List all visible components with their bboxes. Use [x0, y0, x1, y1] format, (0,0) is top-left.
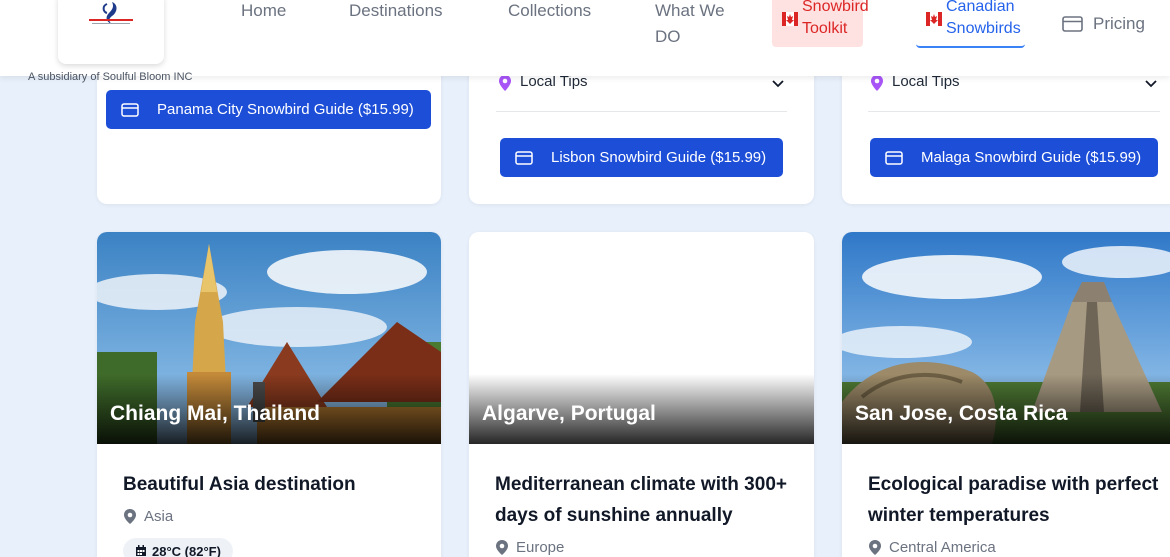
credit-card-icon: [1062, 16, 1083, 32]
local-tips-toggle[interactable]: Local Tips: [868, 71, 1160, 112]
destination-description: Ecological paradise with perfect winter …: [868, 474, 1159, 526]
credit-card-icon: [515, 150, 533, 165]
lisbon-guide-button[interactable]: Lisbon Snowbird Guide ($15.99): [500, 138, 783, 177]
tagline: A subsidiary of Soulful Bloom INC: [28, 71, 193, 83]
nav-pricing[interactable]: Pricing: [1062, 11, 1145, 37]
region-label: Asia: [144, 508, 174, 525]
nav-canadian-snowbirds-label: Canadian Snowbirds: [946, 0, 1021, 37]
nav-home[interactable]: Home: [241, 0, 286, 24]
chevron-down-icon: [771, 76, 785, 94]
nav-canadian-snowbirds[interactable]: Canadian Snowbirds: [916, 0, 1025, 48]
destination-region: Europe: [495, 539, 564, 556]
nav-pricing-label: Pricing: [1093, 14, 1145, 33]
panama-guide-button[interactable]: Panama City Snowbird Guide ($15.99): [106, 90, 431, 129]
canada-flag-icon: [926, 12, 942, 31]
nav-snowbird-toolkit-label: Snowbird Toolkit: [802, 0, 869, 37]
guide-button-label: Panama City Snowbird Guide ($15.99): [157, 101, 414, 118]
map-pin-icon: [498, 74, 512, 97]
guide-button-label: Malaga Snowbird Guide ($15.99): [921, 149, 1142, 166]
destination-region: Central America: [868, 539, 996, 556]
destination-name: Algarve, Portugal: [482, 402, 656, 425]
nav-snowbird-toolkit[interactable]: Snowbird Toolkit: [772, 0, 869, 47]
destination-card[interactable]: San Jose, Costa Rica Ecological paradise…: [842, 232, 1170, 557]
guide-button-label: Lisbon Snowbird Guide ($15.99): [551, 149, 767, 166]
destination-description: Mediterranean climate with 300+ days of …: [495, 474, 787, 526]
chevron-down-icon: [1144, 76, 1158, 94]
destination-card[interactable]: Algarve, Portugal Mediterranean climate …: [469, 232, 814, 557]
temperature-label: 28°C (82°F): [152, 543, 221, 557]
nav-what-we-do[interactable]: What We DO: [655, 0, 725, 50]
canada-flag-icon: [782, 12, 798, 31]
map-pin-icon: [123, 508, 137, 525]
destination-name: San Jose, Costa Rica: [855, 402, 1068, 425]
malaga-guide-button[interactable]: Malaga Snowbird Guide ($15.99): [870, 138, 1158, 177]
map-pin-icon: [868, 539, 882, 556]
map-pin-icon: [870, 74, 884, 97]
local-tips-toggle[interactable]: Local Tips: [496, 71, 787, 112]
logo-image: [66, 0, 156, 56]
destination-description: Beautiful Asia destination: [123, 474, 356, 495]
map-pin-icon: [495, 539, 509, 556]
region-label: Central America: [889, 539, 996, 556]
destination-name: Chiang Mai, Thailand: [110, 402, 321, 425]
calendar-icon: [135, 545, 147, 557]
site-header: Home Destinations Collections What We DO…: [0, 0, 1170, 76]
credit-card-icon: [121, 102, 139, 117]
nav-destinations[interactable]: Destinations: [349, 0, 443, 24]
logo[interactable]: [58, 0, 164, 64]
temperature-badge: 28°C (82°F): [123, 538, 233, 557]
region-label: Europe: [516, 539, 565, 556]
nav-collections[interactable]: Collections: [508, 0, 591, 24]
destination-card[interactable]: Chiang Mai, Thailand Beautiful Asia dest…: [97, 232, 441, 557]
destination-region: Asia: [123, 508, 173, 525]
credit-card-icon: [885, 150, 903, 165]
